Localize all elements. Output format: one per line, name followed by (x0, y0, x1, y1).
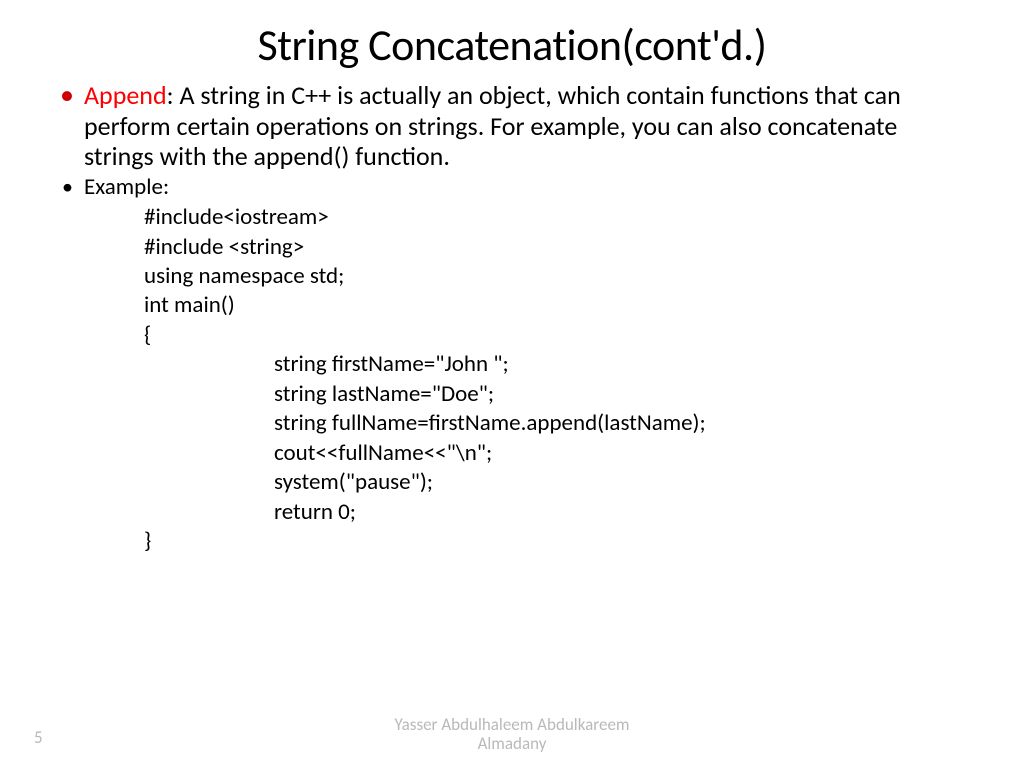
keyword-append: Append (84, 79, 167, 111)
author-line-2: Almadany (0, 734, 1024, 754)
bullet-list: Append: A string in C++ is actually an o… (60, 80, 964, 201)
page-number: 5 (34, 727, 43, 748)
code-block: #include<iostream> #include <string> usi… (60, 203, 964, 556)
code-line: int main() (144, 291, 964, 320)
code-line: cout<<fullName<<"\n"; (144, 439, 964, 468)
code-line: system("pause"); (144, 468, 964, 497)
slide-title: String Concatenation(cont'd.) (60, 18, 964, 72)
code-line: return 0; (144, 498, 964, 527)
code-line: #include <string> (144, 233, 964, 262)
footer-author: Yasser Abdulhaleem Abdulkareem Almadany (0, 715, 1024, 754)
code-line: string firstName="John "; (144, 350, 964, 379)
author-line-1: Yasser Abdulhaleem Abdulkareem (0, 715, 1024, 735)
code-line: string lastName="Doe"; (144, 380, 964, 409)
code-line: { (144, 321, 964, 350)
code-line: string fullName=firstName.append(lastNam… (144, 409, 964, 438)
code-line: using namespace std; (144, 262, 964, 291)
bullet-append: Append: A string in C++ is actually an o… (84, 80, 964, 172)
bullet-append-text: : A string in C++ is actually an object,… (84, 79, 901, 172)
code-line: #include<iostream> (144, 203, 964, 232)
slide: String Concatenation(cont'd.) Append: A … (0, 0, 1024, 768)
code-line: } (144, 527, 964, 556)
bullet-example: Example: (84, 174, 964, 201)
